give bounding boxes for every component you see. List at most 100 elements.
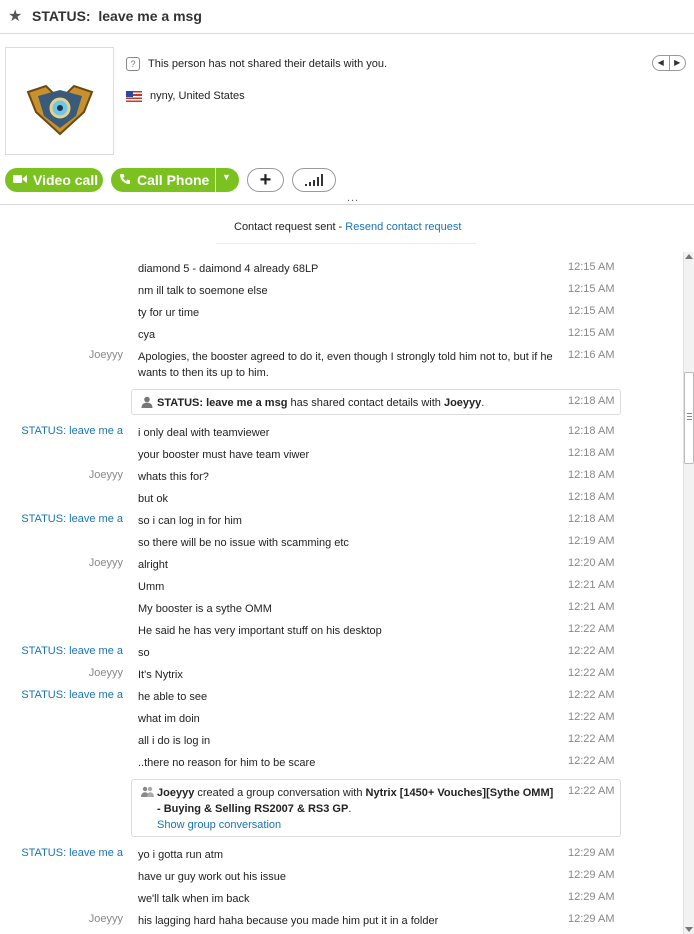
contact-title: STATUS: leave me a msg	[32, 8, 202, 24]
message-text: what im doin	[138, 713, 200, 725]
notice-time: 12:22 AM	[568, 785, 615, 797]
signal-bars-icon	[305, 174, 323, 186]
message-sender[interactable]: STATUS: leave me a	[21, 645, 123, 657]
us-flag-icon	[126, 90, 142, 102]
call-split-divider	[215, 168, 216, 192]
call-quality-button[interactable]	[292, 168, 336, 192]
notice-divider	[216, 243, 476, 244]
chat-scrollbar[interactable]	[683, 252, 694, 934]
message-time: 12:22 AM	[568, 755, 615, 767]
message-text: so there will be no issue with scamming …	[138, 537, 349, 549]
contact-avatar[interactable]	[5, 47, 114, 155]
resend-request-link[interactable]: Resend contact request	[345, 221, 461, 233]
profile-pager: ◀ ▶	[652, 55, 686, 71]
scroll-down-arrow-icon[interactable]	[685, 927, 693, 932]
phone-icon	[119, 173, 131, 188]
shared-end-text: .	[481, 397, 485, 409]
message-time: 12:15 AM	[568, 283, 615, 295]
location-text: nyny, United States	[150, 90, 245, 102]
add-participant-button[interactable]: +	[247, 168, 284, 192]
shared-middle-text: has shared contact details with	[287, 397, 444, 409]
message-time: 12:15 AM	[568, 261, 615, 273]
message-text: alright	[138, 559, 168, 571]
contact-request-text: Contact request sent -	[234, 221, 346, 233]
shared-by-name: STATUS: leave me a msg	[157, 397, 288, 409]
message-text: ty for ur time	[138, 307, 200, 319]
message-time: 12:29 AM	[568, 891, 615, 903]
message-time: 12:29 AM	[568, 913, 615, 925]
call-phone-button[interactable]: Call Phone ▼	[111, 168, 239, 192]
location-row: nyny, United States	[126, 88, 245, 104]
message-text: nm ill talk to soemone else	[138, 285, 268, 297]
more-options-handle[interactable]: ...	[347, 192, 359, 204]
message-text: whats this for?	[138, 471, 209, 483]
message-text: yo i gotta run atm	[138, 849, 223, 861]
group-creator-name: Joeyyy	[157, 787, 195, 799]
message-text: Apologies, the booster agreed to do it, …	[138, 351, 553, 379]
question-icon: ?	[126, 57, 140, 71]
message-text: My booster is a sythe OMM	[138, 603, 272, 615]
message-time: 12:29 AM	[568, 847, 615, 859]
message-time: 12:22 AM	[568, 689, 615, 701]
message-sender[interactable]: Joeyyy	[89, 469, 123, 481]
contact-shared-text: STATUS: leave me a msg has shared contac…	[157, 395, 557, 411]
details-note-row: ? This person has not shared their detai…	[126, 56, 387, 72]
message-time: 12:22 AM	[568, 711, 615, 723]
message-time: 12:22 AM	[568, 645, 615, 657]
show-group-conversation-link[interactable]: Show group conversation	[157, 819, 281, 831]
video-call-label: Video call	[33, 172, 99, 188]
message-time: 12:21 AM	[568, 579, 615, 591]
group-created-text: Joeyyy created a group conversation with…	[157, 785, 557, 833]
message-sender[interactable]: Joeyyy	[89, 667, 123, 679]
message-time: 12:15 AM	[568, 305, 615, 317]
chat-history[interactable]: diamond 5 - daimond 4 already 68LP 12:15…	[0, 252, 683, 934]
pager-next-button[interactable]: ▶	[668, 56, 686, 70]
header-divider	[0, 204, 694, 205]
message-sender[interactable]: STATUS: leave me a	[21, 689, 123, 701]
message-text: It's Nytrix	[138, 669, 183, 681]
contact-shared-notice: STATUS: leave me a msg has shared contac…	[131, 389, 621, 415]
message-time: 12:18 AM	[568, 491, 615, 503]
message-sender[interactable]: Joeyyy	[89, 913, 123, 925]
message-sender[interactable]: STATUS: leave me a	[21, 513, 123, 525]
message-time: 12:19 AM	[568, 535, 615, 547]
message-sender[interactable]: STATUS: leave me a	[21, 847, 123, 859]
message-text: diamond 5 - daimond 4 already 68LP	[138, 263, 319, 275]
message-sender[interactable]: Joeyyy	[89, 349, 123, 361]
scrollbar-thumb[interactable]	[684, 372, 694, 464]
message-text: he able to see	[138, 691, 208, 703]
details-note: This person has not shared their details…	[148, 58, 388, 70]
message-time: 12:18 AM	[568, 513, 615, 525]
message-sender[interactable]: STATUS: leave me a	[21, 425, 123, 437]
message-text: ..there no reason for him to be scare	[138, 757, 316, 769]
message-time: 12:15 AM	[568, 327, 615, 339]
message-time: 12:18 AM	[568, 447, 615, 459]
message-time: 12:22 AM	[568, 733, 615, 745]
pager-prev-button[interactable]: ◀	[653, 56, 669, 70]
call-phone-label: Call Phone	[137, 172, 210, 188]
message-time: 12:20 AM	[568, 557, 615, 569]
scroll-up-arrow-icon[interactable]	[685, 254, 693, 259]
message-text: all i do is log in	[138, 735, 211, 747]
message-time: 12:22 AM	[568, 667, 615, 679]
plus-icon: +	[259, 168, 272, 191]
video-call-button[interactable]: Video call	[5, 168, 103, 192]
message-text: i only deal with teamviewer	[138, 427, 270, 439]
message-time: 12:22 AM	[568, 623, 615, 635]
favorite-star-icon[interactable]: ★	[8, 6, 22, 26]
message-text: we'll talk when im back	[138, 893, 250, 905]
contact-request-notice: Contact request sent - Resend contact re…	[234, 221, 461, 233]
person-icon	[141, 396, 153, 411]
message-time: 12:18 AM	[568, 469, 615, 481]
notice-time: 12:18 AM	[568, 395, 615, 407]
message-text: his lagging hard haha because you made h…	[138, 915, 439, 927]
message-sender[interactable]: Joeyyy	[89, 557, 123, 569]
message-time: 12:18 AM	[568, 425, 615, 437]
group-end-text: .	[348, 803, 352, 815]
group-middle-text: created a group conversation with	[194, 787, 366, 799]
message-text: so i can log in for him	[138, 515, 242, 527]
message-time: 12:16 AM	[568, 349, 615, 361]
call-dropdown-chevron-icon[interactable]: ▼	[222, 172, 231, 182]
message-text: have ur guy work out his issue	[138, 871, 286, 883]
title-bar: ★ STATUS: leave me a msg	[0, 0, 694, 34]
